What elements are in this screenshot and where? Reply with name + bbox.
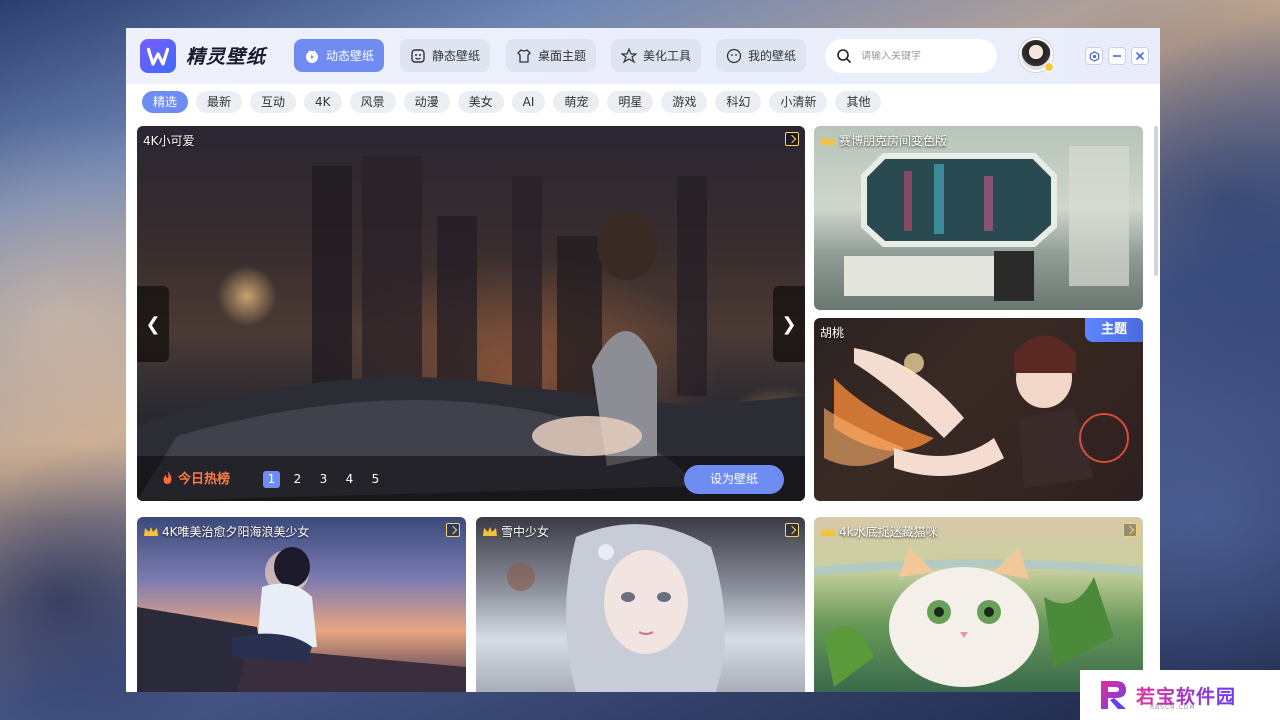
category-tab[interactable]: 4K <box>304 91 342 113</box>
category-tab[interactable]: 萌宠 <box>553 91 600 113</box>
watermark-sub: RBSCN.COM <box>1150 704 1196 711</box>
watermark-logo-icon <box>1101 681 1126 709</box>
live-tag-icon <box>1123 523 1137 537</box>
nav-label: 静态壁纸 <box>432 49 481 63</box>
live-tag-icon <box>785 132 799 146</box>
category-tab[interactable]: 风景 <box>349 91 396 113</box>
category-tab[interactable]: 科幻 <box>715 91 762 113</box>
app-logo <box>140 39 176 73</box>
crown-icon <box>483 526 497 536</box>
next-button[interactable]: ❯ <box>773 286 805 362</box>
card-title-text: 赛博朋克房间变色版 <box>839 134 948 148</box>
live-icon <box>306 49 318 63</box>
gear-icon <box>1089 50 1099 62</box>
card-title-text: 4K唯美治愈夕阳海浪美少女 <box>162 525 310 539</box>
wallpaper-card[interactable]: 胡桃 主题 <box>814 318 1143 501</box>
nav-label: 美化工具 <box>643 49 692 63</box>
wallpaper-card[interactable]: 雪中少女 <box>476 517 805 692</box>
search-icon[interactable] <box>836 48 852 64</box>
category-tab[interactable]: AI <box>511 91 546 113</box>
close-button[interactable] <box>1131 47 1149 65</box>
category-tab[interactable]: 游戏 <box>661 91 708 113</box>
category-tabs: 精选 最新 互动 4K 风景 动漫 美女 AI 萌宠 明星 游戏 科幻 小清新 其他 <box>142 91 882 113</box>
logo-w-icon <box>147 47 169 66</box>
featured-artwork <box>137 156 805 501</box>
card-artwork <box>507 524 725 692</box>
scrollbar[interactable] <box>1154 126 1158 276</box>
category-tab[interactable]: 互动 <box>250 91 297 113</box>
card-title-text: 雪中少女 <box>501 525 550 539</box>
wallpaper-card[interactable]: 4K唯美治愈夕阳海浪美少女 <box>137 517 466 692</box>
nav-label: 我的壁纸 <box>748 49 797 63</box>
nav-label: 桌面主题 <box>538 49 587 63</box>
set-wallpaper-button[interactable]: 设为壁纸 <box>684 465 784 494</box>
card-title: 胡桃 <box>820 326 845 340</box>
wallpaper-card[interactable]: 赛博朋克房间变色版 <box>814 126 1143 310</box>
category-tab[interactable]: 小清新 <box>769 91 828 113</box>
minimize-icon <box>1113 55 1121 57</box>
live-tag-icon <box>785 523 799 537</box>
shirt-icon <box>517 48 531 63</box>
card-artwork <box>824 335 1129 488</box>
tools-icon <box>621 47 637 63</box>
user-avatar[interactable] <box>1019 38 1054 72</box>
top-bar: 精灵壁纸 动态壁纸 静态壁纸 桌面主题 美化工具 我的壁纸 <box>126 28 1160 84</box>
category-tab[interactable]: 动漫 <box>403 91 450 113</box>
hot-list-link[interactable]: 今日热榜 <box>161 468 230 487</box>
category-tab[interactable]: 美女 <box>457 91 504 113</box>
nav-label: 动态壁纸 <box>326 49 375 63</box>
pagination: 12345 <box>263 471 384 488</box>
card-artwork <box>844 146 1129 301</box>
card-title: 赛博朋克房间变色版 <box>820 132 947 149</box>
search-box[interactable] <box>825 39 997 73</box>
category-tab[interactable]: 明星 <box>607 91 654 113</box>
theme-badge: 主题 <box>1085 318 1143 342</box>
nav-static-wallpaper[interactable]: 静态壁纸 <box>400 39 491 72</box>
card-title: 雪中少女 <box>482 523 549 540</box>
fire-icon <box>163 471 172 484</box>
vip-badge <box>1044 62 1054 72</box>
wallpaper-card[interactable]: 4k水底捉迷藏猫咪 <box>814 517 1143 692</box>
crown-icon <box>821 135 835 145</box>
close-icon <box>1135 51 1145 61</box>
nav-beautify-tools[interactable]: 美化工具 <box>611 39 702 72</box>
crown-icon <box>144 526 158 536</box>
page-number[interactable]: 2 <box>289 471 306 488</box>
crown-icon <box>821 526 835 536</box>
site-watermark: 若宝软件园 RBSCN.COM <box>1080 670 1280 720</box>
settings-button[interactable] <box>1085 47 1103 65</box>
prev-button[interactable]: ❮ <box>137 286 169 362</box>
app-title: 精灵壁纸 <box>186 46 267 68</box>
hot-label: 今日热榜 <box>178 472 231 487</box>
app-window: 精灵壁纸 动态壁纸 静态壁纸 桌面主题 美化工具 我的壁纸 请输入关键字 精选 … <box>126 28 1160 692</box>
card-title-text: 4k水底捉迷藏猫咪 <box>839 525 938 539</box>
nav-my-wallpaper[interactable]: 我的壁纸 <box>716 39 807 72</box>
card-artwork <box>814 547 1143 687</box>
nav-desktop-theme[interactable]: 桌面主题 <box>506 39 597 72</box>
page-number[interactable]: 4 <box>341 471 358 488</box>
featured-title: 4K小可爱 <box>143 134 195 148</box>
category-tab[interactable]: 精选 <box>142 91 189 113</box>
category-tab[interactable]: 其他 <box>835 91 882 113</box>
page-number[interactable]: 5 <box>367 471 384 488</box>
featured-banner[interactable]: 4K小可爱 ❮ ❯ 今日热榜 12345 设为壁纸 <box>137 126 805 501</box>
category-tab[interactable]: 最新 <box>196 91 243 113</box>
page-number[interactable]: 3 <box>315 471 332 488</box>
card-artwork <box>137 547 466 692</box>
minimize-button[interactable] <box>1108 47 1126 65</box>
nav-live-wallpaper[interactable]: 动态壁纸 <box>294 39 385 72</box>
page-number[interactable]: 1 <box>263 471 280 488</box>
card-title: 4k水底捉迷藏猫咪 <box>820 523 938 540</box>
smile-icon <box>726 48 742 63</box>
card-title: 4K唯美治愈夕阳海浪美少女 <box>143 523 310 540</box>
image-icon <box>411 48 425 63</box>
search-input[interactable] <box>861 50 981 62</box>
live-tag-icon <box>446 523 460 537</box>
